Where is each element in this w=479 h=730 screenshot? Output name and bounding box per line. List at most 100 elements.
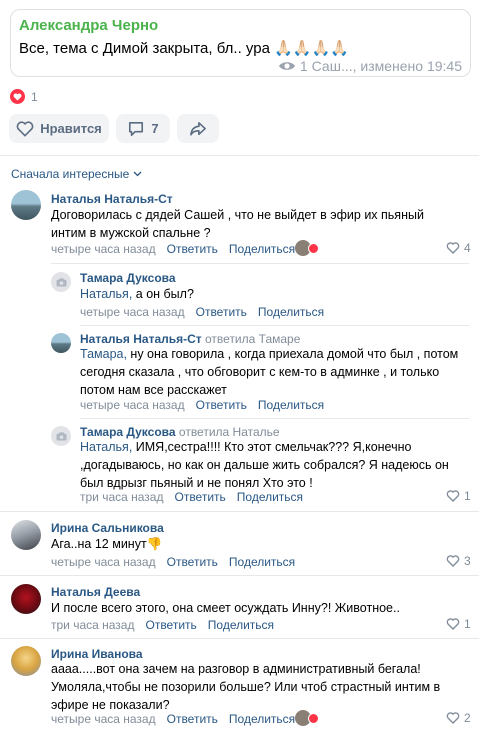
comment-footer: три часа назад Ответить Поделиться (80, 490, 303, 504)
quote-author[interactable]: Александра Черно (19, 17, 158, 34)
like-button[interactable]: Нравится (9, 114, 109, 143)
edited-label: Саш..., изменено 19:45 (311, 58, 462, 74)
mention-link[interactable]: Наталья, (80, 440, 132, 454)
reply-link[interactable]: Ответить (167, 712, 218, 726)
comment-time[interactable]: три часа назад (80, 490, 163, 504)
comment-reactors[interactable] (295, 710, 319, 726)
heart-outline-icon (446, 618, 460, 630)
reply-link[interactable]: Ответить (174, 490, 225, 504)
comment-author[interactable]: Наталья Деева (51, 585, 140, 599)
comment-author[interactable]: Ирина Иванова (51, 647, 143, 661)
author-name[interactable]: Тамара Дуксова (80, 425, 176, 439)
share-link[interactable]: Поделиться (258, 398, 324, 412)
comment-author[interactable]: Наталья Наталья-Ст (51, 192, 173, 206)
avatar[interactable] (51, 426, 71, 446)
chevron-down-icon (133, 171, 142, 177)
reaction-count: 1 (31, 89, 38, 104)
camera-icon (56, 277, 66, 287)
comment-author[interactable]: Тамара Дуксова (80, 271, 176, 285)
avatar[interactable] (51, 333, 71, 353)
camera-icon (56, 431, 66, 441)
comment-text: Наталья, ИМЯ,сестра!!!! Кто этот смельча… (80, 438, 465, 492)
comment-icon (129, 121, 144, 136)
share-link[interactable]: Поделиться (229, 712, 295, 726)
comment-divider (0, 638, 479, 639)
share-link[interactable]: Поделиться (208, 618, 274, 632)
sort-dropdown[interactable]: Сначала интересные (11, 167, 142, 181)
avatar[interactable] (11, 520, 41, 550)
quote-meta: 1 Саш..., изменено 19:45 (278, 58, 462, 74)
like-count: 2 (464, 711, 471, 725)
author-name[interactable]: Наталья Наталья-Ст (80, 332, 202, 346)
comment-author[interactable]: Наталья Наталья-Ст ответила Тамаре (80, 332, 300, 346)
comment-like-button[interactable]: 1 (446, 489, 471, 503)
reply-link[interactable]: Ответить (167, 555, 218, 569)
comment-footer: четыре часа назад Ответить Поделиться (80, 398, 324, 412)
comment-like-button[interactable]: 3 (446, 554, 471, 568)
comment-divider (0, 511, 479, 512)
sort-label: Сначала интересные (11, 167, 130, 181)
comment-like-button[interactable]: 2 (446, 711, 471, 725)
share-link[interactable]: Поделиться (229, 555, 295, 569)
comment-divider (0, 575, 479, 576)
heart-outline-icon (446, 242, 460, 254)
share-link[interactable]: Поделиться (237, 490, 303, 504)
comment-footer: четыре часа назад Ответить Поделиться (51, 555, 295, 569)
like-count: 1 (464, 489, 471, 503)
like-count: 4 (464, 241, 471, 255)
comment-text: Наталья, а он был? (80, 285, 465, 303)
comment-text: И после всего этого, она смеет осуждать … (51, 601, 400, 615)
comment-text: Договорилась с дядей Сашей , что не выйд… (51, 208, 424, 240)
comment-footer: три часа назад Ответить Поделиться (51, 618, 274, 632)
reply-link[interactable]: Ответить (145, 618, 196, 632)
comment-author[interactable]: Ирина Сальникова (51, 521, 164, 535)
eye-icon (278, 62, 295, 70)
comment-body: а он был? (132, 287, 194, 301)
avatar[interactable] (11, 190, 41, 220)
comment-divider (51, 263, 469, 264)
comments-button[interactable]: 7 (116, 114, 170, 143)
quote-text: Все, тема с Димой закрыта, бл.. ура 🙏🏻🙏🏻… (19, 40, 349, 57)
comment-footer: четыре часа назад Ответить Поделиться (51, 712, 295, 726)
comment-footer: четыре часа назад Ответить Поделиться (80, 305, 324, 319)
comment-time[interactable]: четыре часа назад (51, 712, 156, 726)
heart-icon (308, 242, 319, 254)
view-count: 1 (299, 58, 308, 74)
reaction-summary[interactable]: 1 (10, 89, 38, 104)
heart-icon (308, 712, 319, 724)
comment-time[interactable]: четыре часа назад (51, 555, 156, 569)
avatar[interactable] (51, 272, 71, 292)
heart-outline-icon (446, 490, 460, 502)
share-button[interactable] (177, 114, 219, 143)
like-count: 1 (464, 617, 471, 631)
comment-body: ну она говорила , когда приехала домой ч… (80, 347, 459, 397)
mention-link[interactable]: Тамара, (80, 347, 127, 361)
comment-author[interactable]: Тамара Дуксова ответила Наталье (80, 425, 280, 439)
avatar[interactable] (11, 646, 41, 676)
comment-reactors[interactable] (295, 240, 319, 256)
heart-icon (10, 89, 25, 104)
avatar[interactable] (11, 584, 41, 614)
comment-time[interactable]: четыре часа назад (51, 242, 156, 256)
comment-text: Ага..на 12 минут👎 (51, 537, 163, 551)
comment-time[interactable]: три часа назад (51, 618, 134, 632)
comment-like-button[interactable]: 4 (446, 241, 471, 255)
comment-time[interactable]: четыре часа назад (80, 305, 185, 319)
share-link[interactable]: Поделиться (258, 305, 324, 319)
mention-link[interactable]: Наталья, (80, 287, 132, 301)
replied-to[interactable]: ответила Тамаре (205, 332, 300, 346)
comment-time[interactable]: четыре часа назад (80, 398, 185, 412)
comment-divider (80, 418, 469, 419)
comment-like-button[interactable]: 1 (446, 617, 471, 631)
comment-divider (80, 325, 469, 326)
replied-to[interactable]: ответила Наталье (179, 425, 280, 439)
share-icon (190, 121, 206, 136)
comment-body: ИМЯ,сестра!!!! Кто этот смельчак??? Я,ко… (80, 440, 449, 490)
reply-link[interactable]: Ответить (196, 398, 247, 412)
reply-link[interactable]: Ответить (167, 242, 218, 256)
quoted-message[interactable]: Александра Черно Все, тема с Димой закры… (10, 9, 471, 77)
comments-count: 7 (151, 121, 159, 136)
like-label: Нравится (40, 121, 102, 136)
reply-link[interactable]: Ответить (196, 305, 247, 319)
share-link[interactable]: Поделиться (229, 242, 295, 256)
